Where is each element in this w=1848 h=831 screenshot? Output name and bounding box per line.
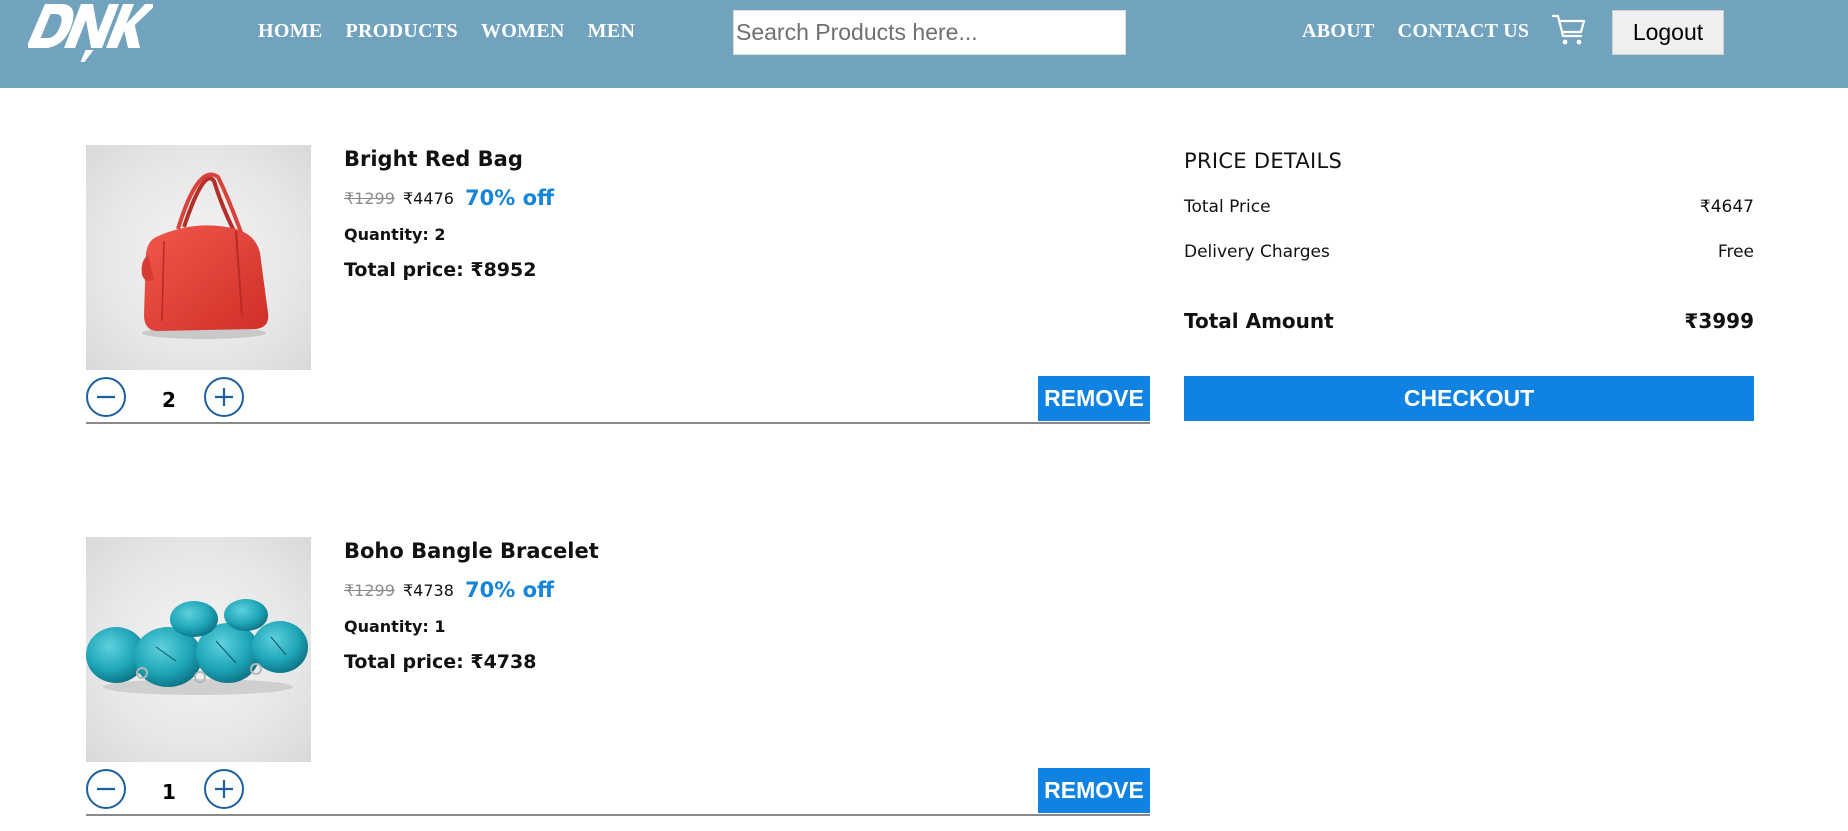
quantity-value: 2 bbox=[162, 388, 176, 412]
item-total-price: Total price: ₹4738 bbox=[344, 651, 537, 673]
nav-men-link[interactable]: MEN bbox=[588, 20, 636, 43]
product-image[interactable] bbox=[86, 537, 311, 762]
total-price-value: ₹4647 bbox=[1699, 197, 1754, 217]
nav-contact-link[interactable]: CONTACT US bbox=[1398, 20, 1530, 43]
product-image[interactable] bbox=[86, 145, 311, 370]
quantity-label: Quantity: 1 bbox=[344, 617, 446, 636]
nav-women-link[interactable]: WOMEN bbox=[481, 20, 565, 43]
search-input[interactable] bbox=[733, 10, 1126, 55]
decrease-quantity-button[interactable] bbox=[86, 377, 126, 417]
nav-secondary: ABOUT CONTACT US bbox=[1302, 20, 1552, 43]
remove-item-button[interactable]: REMOVE bbox=[1038, 768, 1150, 813]
nav-products-link[interactable]: PRODUCTS bbox=[346, 20, 458, 43]
nav-about-link[interactable]: ABOUT bbox=[1302, 20, 1375, 43]
price-details-title: PRICE DETAILS bbox=[1184, 149, 1343, 173]
item-total-price: Total price: ₹8952 bbox=[344, 259, 537, 281]
shopping-cart-icon[interactable] bbox=[1551, 12, 1587, 48]
nav-primary: HOME PRODUCTS WOMEN MEN bbox=[258, 20, 658, 43]
quantity-value: 1 bbox=[162, 780, 176, 804]
product-name[interactable]: Bright Red Bag bbox=[344, 147, 523, 171]
decrease-quantity-button[interactable] bbox=[86, 769, 126, 809]
remove-item-button[interactable]: REMOVE bbox=[1038, 376, 1150, 421]
increase-quantity-button[interactable] bbox=[204, 377, 244, 417]
cart-item: Bright Red Bag ₹1299 ₹4476 70% off Quant… bbox=[86, 145, 1150, 424]
plus-icon bbox=[215, 780, 233, 798]
dnk-logo[interactable] bbox=[28, 0, 153, 62]
total-price-label: Total Price bbox=[1184, 197, 1271, 217]
logout-button[interactable]: Logout bbox=[1612, 10, 1724, 55]
increase-quantity-button[interactable] bbox=[204, 769, 244, 809]
discount-label: 70% off bbox=[465, 578, 555, 602]
product-name[interactable]: Boho Bangle Bracelet bbox=[344, 539, 599, 563]
delivery-charges-value: Free bbox=[1717, 242, 1754, 262]
checkout-button[interactable]: CHECKOUT bbox=[1184, 376, 1754, 421]
quantity-label: Quantity: 2 bbox=[344, 225, 446, 244]
original-price: ₹1299 bbox=[344, 581, 395, 600]
sale-price: ₹4738 bbox=[403, 581, 454, 600]
turquoise-bracelet-image bbox=[86, 599, 308, 695]
plus-icon bbox=[215, 388, 233, 406]
nav-home-link[interactable]: HOME bbox=[258, 20, 323, 43]
sale-price: ₹4476 bbox=[403, 189, 454, 208]
delivery-charges-label: Delivery Charges bbox=[1184, 242, 1330, 262]
total-amount-label: Total Amount bbox=[1184, 309, 1334, 333]
minus-icon bbox=[97, 395, 115, 399]
cart-item: Boho Bangle Bracelet ₹1299 ₹4738 70% off… bbox=[86, 537, 1150, 816]
minus-icon bbox=[97, 787, 115, 791]
original-price: ₹1299 bbox=[344, 189, 395, 208]
red-handbag-image bbox=[141, 172, 269, 339]
top-navbar: HOME PRODUCTS WOMEN MEN ABOUT CONTACT US… bbox=[0, 0, 1848, 88]
discount-label: 70% off bbox=[465, 186, 555, 210]
total-amount-value: ₹3999 bbox=[1684, 309, 1754, 333]
